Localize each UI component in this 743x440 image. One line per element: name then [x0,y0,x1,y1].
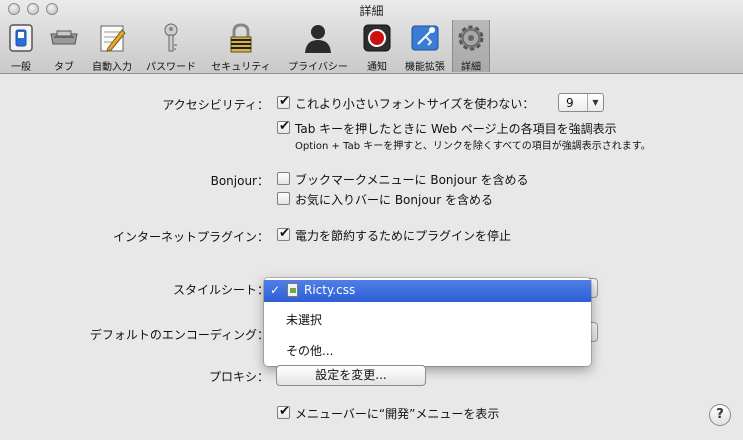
tab-advanced[interactable]: 詳細 [452,20,490,73]
tab-general-label: 一般 [11,62,31,73]
tab-highlight-label: Tab キーを押したときに Web ページ上の各項目を強調表示 [295,122,617,136]
chevron-down-icon: ▼ [587,94,603,111]
tab-advanced-label: 詳細 [461,62,481,73]
person-silhouette-icon [302,22,334,54]
menu-item-label: その他... [286,344,334,358]
gear-icon [455,22,487,54]
tab-passwords-label: パスワード [146,62,196,73]
autofill-pencil-icon [96,22,128,54]
window-title: 詳細 [359,4,384,18]
menu-item-label: Ricty.css [304,283,356,297]
bonjour-favorites-bar-checkbox[interactable] [277,192,290,205]
stylesheet-menu: ✓ Ricty.css 未選択 その他... [264,278,591,366]
tab-privacy-label: プライバシー [288,62,348,73]
menu-item-none-selected[interactable]: 未選択 [264,308,591,330]
tabs-icon [48,22,80,54]
tab-privacy[interactable]: プライバシー [282,20,354,73]
bonjour-bookmarks-menu-label: ブックマークメニューに Bonjour を含める [295,173,529,187]
tab-general[interactable]: 一般 [2,20,40,73]
tab-extensions[interactable]: 機能拡張 [400,20,450,73]
css-file-icon [287,283,298,297]
min-font-size-select[interactable]: 9 ▼ [558,93,604,112]
tab-autofill[interactable]: 自動入力 [88,20,136,73]
save-power-label: 電力を節約するためにプラグインを停止 [295,229,512,243]
toolbar: 詳細 一般 タブ 自動入力 パスワード セキュリティ プライバシー 通知 機能拡… [0,0,743,74]
menu-item-other[interactable]: その他... [264,339,591,361]
accessibility-label: アクセシビリティ： [162,98,269,112]
tab-autofill-label: 自動入力 [92,62,132,73]
bonjour-bookmarks-menu-checkbox[interactable] [277,172,290,185]
change-proxy-settings-button[interactable]: 設定を変更... [276,365,426,386]
tab-highlight-note: Option + Tab キーを押すと、リンクを除くすべての項目が強調表示されま… [295,141,651,152]
min-font-size-label: これより小さいフォントサイズを使わない： [295,97,535,111]
show-develop-menu-checkbox[interactable] [277,404,290,419]
tab-security-label: セキュリティ [211,62,271,73]
bonjour-label: Bonjour： [210,174,269,188]
default-encoding-label: デフォルトのエンコーディング： [89,328,269,342]
notification-icon [361,22,393,54]
menu-item-ricty-css[interactable]: ✓ Ricty.css [264,280,591,302]
min-font-size-value: 9 [566,96,574,110]
general-switch-icon [5,22,37,54]
save-power-checkbox[interactable] [277,226,290,241]
help-button[interactable]: ? [709,404,731,426]
tab-extensions-label: 機能拡張 [405,62,445,73]
checkmark-icon: ✓ [270,283,281,297]
preferences-window: 詳細 一般 タブ 自動入力 パスワード セキュリティ プライバシー 通知 機能拡… [0,0,743,440]
key-icon [155,22,187,54]
tab-tabs-label: タブ [54,62,74,73]
proxy-label: プロキシ： [208,370,269,384]
tab-security[interactable]: セキュリティ [205,20,277,73]
internet-plugins-label: インターネットプラグイン： [112,230,269,244]
tab-highlight-checkbox[interactable] [277,119,290,134]
extensions-icon [409,22,441,54]
tab-tabs[interactable]: タブ [44,20,84,73]
stylesheet-label: スタイルシート： [172,283,269,297]
padlock-icon [225,22,257,54]
tab-notifications-label: 通知 [367,62,387,73]
bonjour-favorites-bar-label: お気に入りバーに Bonjour を含める [295,193,494,207]
show-develop-menu-label: メニューバーに“開発”メニューを表示 [295,407,500,421]
menu-item-label: 未選択 [286,313,323,327]
min-font-size-checkbox[interactable] [277,94,290,109]
tab-passwords[interactable]: パスワード [141,20,201,73]
tab-notifications[interactable]: 通知 [358,20,396,73]
